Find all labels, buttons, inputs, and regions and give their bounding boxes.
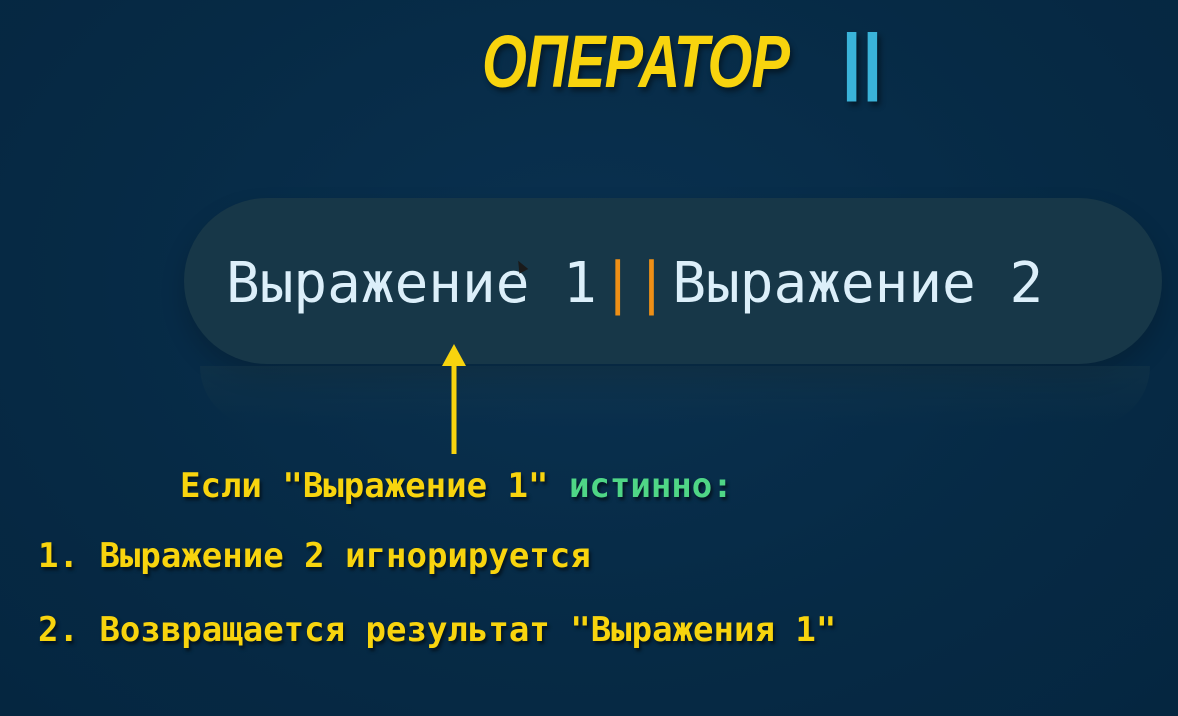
slide-title: ОПЕРАТОР || — [482, 16, 881, 106]
title-word: ОПЕРАТОР — [482, 19, 790, 103]
expression-operator: || — [600, 250, 669, 316]
expression-left: Выражение 1 — [226, 250, 597, 316]
list-item: 1. Выражение 2 игнорируется — [38, 530, 591, 582]
list-item: 2. Возвращается результат "Выражения 1" — [38, 604, 836, 656]
condition-state: истинно: — [568, 466, 733, 506]
expression-pill-reflection — [200, 366, 1150, 426]
list-item-number: 1. — [38, 536, 79, 576]
list-item-text: Выражение 2 игнорируется — [99, 536, 591, 576]
condition-prefix: Если "Выражение 1" — [180, 466, 549, 506]
expression: Выражение 1 || Выражение 2 — [226, 238, 1043, 328]
list-item-text: Возвращается результат "Выражения 1" — [99, 610, 837, 650]
list-item-number: 2. — [38, 610, 79, 650]
expression-right: Выражение 2 — [672, 250, 1044, 316]
condition-line: Если "Выражение 1" истинно: — [180, 460, 733, 512]
title-operator: || — [840, 19, 882, 102]
arrow-up-icon — [442, 344, 466, 454]
slide: ОПЕРАТОР || Выражение 1 || Выражение 2 Е… — [0, 0, 1178, 716]
